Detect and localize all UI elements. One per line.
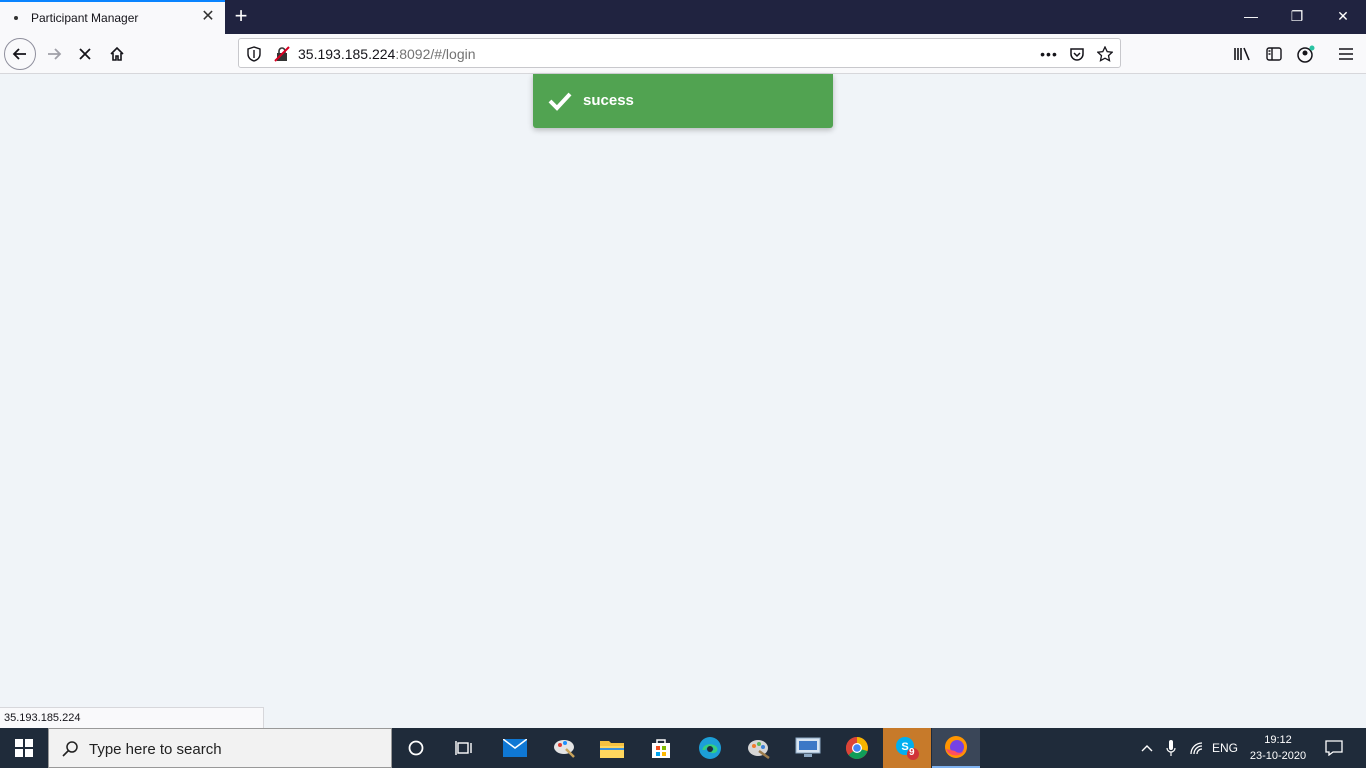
- tab-loading-icon: [14, 16, 18, 20]
- menu-icon[interactable]: [1330, 38, 1362, 70]
- skype-badge: 9: [909, 747, 915, 758]
- tab-title: Participant Manager: [31, 11, 139, 25]
- url-path: :8092/#/login: [395, 46, 476, 62]
- shield-icon[interactable]: [243, 43, 265, 65]
- status-url: 35.193.185.224: [4, 712, 81, 724]
- title-bar: Participant Manager ✕ + — ❐ ✕: [0, 0, 1366, 34]
- search-placeholder: Type here to search: [89, 741, 222, 758]
- wifi-icon[interactable]: [1185, 728, 1209, 768]
- taskbar: Type here to search S 9 ENG 19:12 23-10-…: [0, 728, 1366, 768]
- paint-icon[interactable]: [540, 728, 588, 768]
- language-indicator[interactable]: ENG: [1210, 728, 1240, 768]
- task-view-icon[interactable]: [440, 728, 488, 768]
- system-clock[interactable]: 19:12 23-10-2020: [1244, 732, 1312, 764]
- clock-date: 23-10-2020: [1249, 750, 1307, 762]
- notification-icon[interactable]: [1316, 728, 1352, 768]
- svg-text:S: S: [901, 741, 908, 753]
- windows-start-icon[interactable]: [0, 728, 48, 768]
- edge-icon[interactable]: [686, 728, 734, 768]
- chevron-up-icon[interactable]: [1136, 728, 1158, 768]
- home-icon[interactable]: [101, 38, 133, 70]
- file-explorer-icon[interactable]: [588, 728, 636, 768]
- mail-icon[interactable]: [491, 728, 539, 768]
- check-icon: [548, 92, 572, 111]
- stop-icon[interactable]: [69, 38, 101, 70]
- bookmark-star-icon[interactable]: [1094, 43, 1116, 65]
- minimize-icon[interactable]: —: [1228, 0, 1274, 32]
- forward-icon[interactable]: [38, 38, 70, 70]
- url-text[interactable]: 35.193.185.224:8092/#/login: [298, 46, 476, 62]
- status-bar: 35.193.185.224: [0, 707, 264, 728]
- sidebar-icon[interactable]: [1258, 38, 1290, 70]
- toast-message: sucess: [583, 92, 634, 109]
- restore-icon[interactable]: ❐: [1274, 0, 1320, 32]
- page-actions-icon[interactable]: •••: [1038, 43, 1060, 65]
- cortana-icon[interactable]: [392, 728, 440, 768]
- back-button[interactable]: [4, 38, 36, 70]
- pocket-icon[interactable]: [1066, 43, 1088, 65]
- taskbar-search[interactable]: Type here to search: [48, 728, 392, 768]
- microphone-icon[interactable]: [1160, 728, 1182, 768]
- firefox-icon[interactable]: [932, 728, 980, 768]
- search-icon: [62, 741, 78, 757]
- store-icon[interactable]: [637, 728, 685, 768]
- tab-close-icon[interactable]: ✕: [198, 7, 218, 27]
- chrome-icon[interactable]: [833, 728, 881, 768]
- account-icon[interactable]: [1290, 38, 1322, 70]
- clock-time: 19:12: [1264, 734, 1292, 746]
- browser-tab[interactable]: Participant Manager ✕: [0, 0, 225, 34]
- library-icon[interactable]: [1226, 38, 1258, 70]
- url-bar[interactable]: 35.193.185.224:8092/#/login •••: [238, 38, 1121, 68]
- close-window-icon[interactable]: ✕: [1320, 0, 1366, 32]
- success-toast[interactable]: sucess: [533, 74, 833, 128]
- insecure-lock-icon[interactable]: [271, 43, 293, 65]
- page-content: sucess: [0, 74, 1366, 728]
- navigation-bar: 35.193.185.224:8092/#/login •••: [0, 34, 1366, 74]
- paint3d-icon[interactable]: [735, 728, 783, 768]
- url-host: 35.193.185.224: [298, 46, 396, 62]
- new-tab-icon[interactable]: +: [229, 4, 253, 28]
- remote-desktop-icon[interactable]: [784, 728, 832, 768]
- skype-icon[interactable]: S 9: [883, 728, 931, 768]
